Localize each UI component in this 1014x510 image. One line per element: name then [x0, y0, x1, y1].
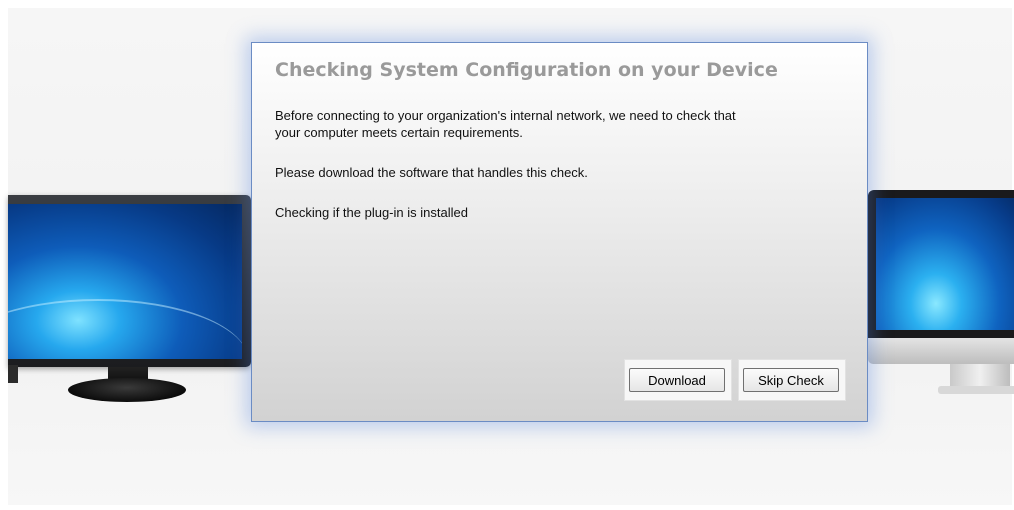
status-text: Checking if the plug-in is installed [275, 205, 468, 220]
monitor-side [8, 365, 18, 383]
download-button[interactable]: Download [629, 368, 725, 392]
intro-text-line1: Before connecting to your organization's… [275, 108, 736, 123]
imac-base [938, 386, 1014, 394]
intro-text: Before connecting to your organization's… [275, 107, 845, 141]
monitor-foot [68, 378, 186, 402]
dialog-title: Checking System Configuration on your De… [275, 59, 778, 81]
monitor-bezel [8, 195, 251, 367]
desktop-monitor-image [8, 195, 251, 415]
imac-bezel [868, 190, 1014, 338]
imac-chin [868, 338, 1014, 364]
download-button-container: Download [624, 359, 732, 401]
monitor-screen [8, 204, 242, 359]
download-instruction-text: Please download the software that handle… [275, 165, 588, 180]
imac-monitor-image [868, 190, 1014, 405]
intro-text-line2: your computer meets certain requirements… [275, 125, 523, 140]
imac-screen [876, 198, 1014, 330]
system-check-dialog: Checking System Configuration on your De… [251, 42, 868, 422]
skip-check-button[interactable]: Skip Check [743, 368, 839, 392]
skip-check-button-container: Skip Check [738, 359, 846, 401]
